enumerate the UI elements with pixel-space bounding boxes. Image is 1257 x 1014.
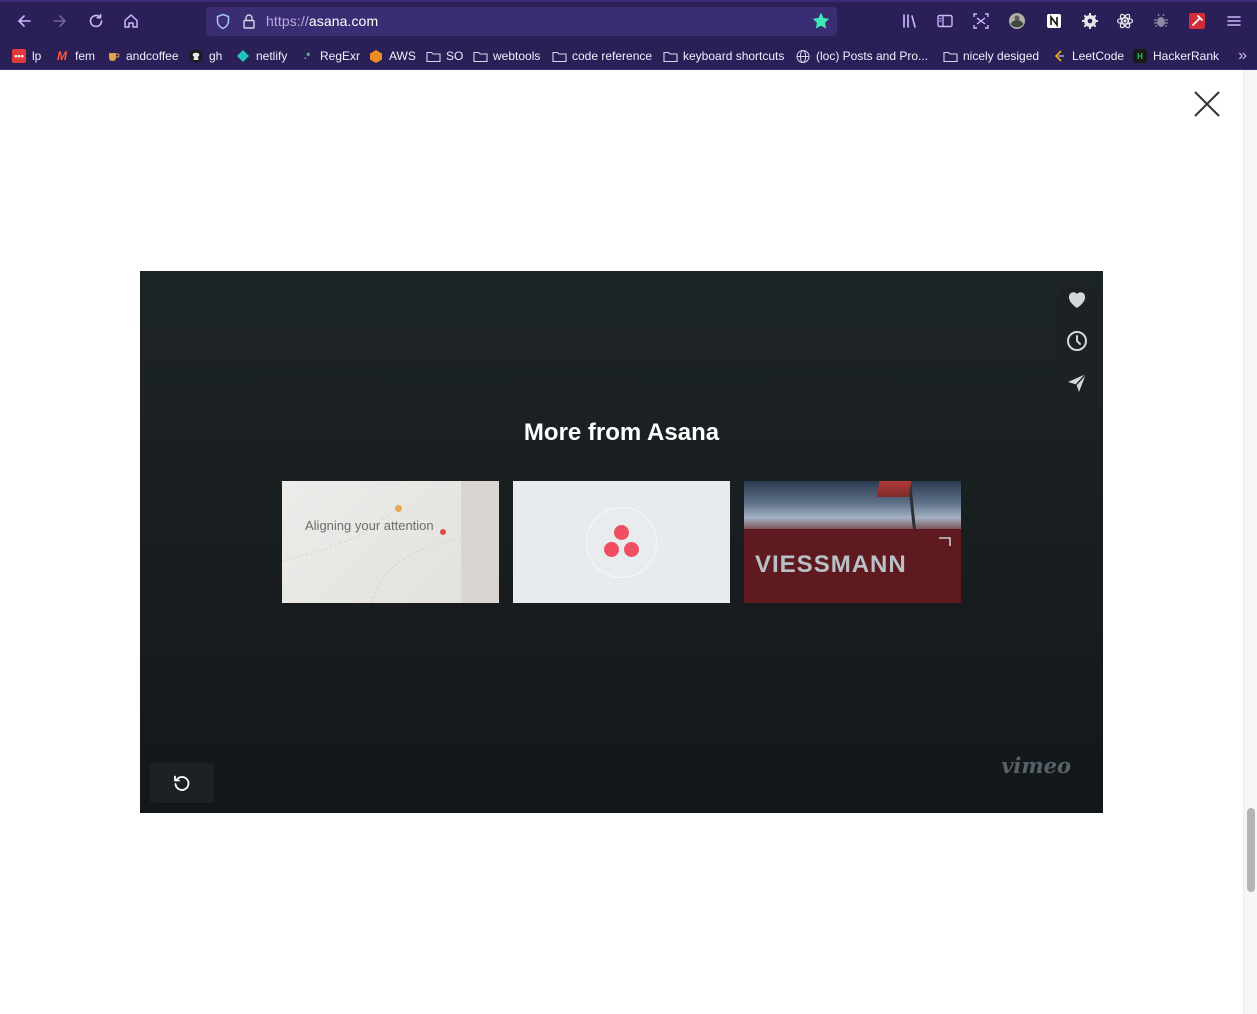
bookmark-leetcode[interactable]: LeetCode [1052, 47, 1124, 65]
fem-icon: M [57, 49, 67, 63]
color-picker-icon[interactable] [1187, 11, 1207, 31]
regexr-icon: .* [303, 51, 310, 61]
video-thumbnail-viessmann[interactable]: VIESSMANN [744, 481, 961, 603]
url-bar[interactable]: https://asana.com [206, 7, 837, 36]
back-icon[interactable] [12, 9, 36, 33]
url-scheme: https:// [266, 13, 309, 29]
video-thumbnail-asana-logo[interactable] [513, 481, 730, 603]
github-icon [189, 49, 203, 63]
url-host: asana.com [308, 13, 379, 29]
viessmann-wordmark: VIESSMANN [755, 551, 907, 578]
bookmarks-bar: ••• lp M fem andcoffee gh netlify .* Reg… [0, 42, 1257, 70]
asana-logo-dot-left [604, 542, 619, 557]
folder-icon [426, 51, 441, 62]
browser-toolbar: https://asana.com [0, 0, 1257, 42]
bookmark-folder-nicely-desiged[interactable]: nicely desiged [943, 47, 1039, 65]
toolbar-accent [0, 0, 1257, 2]
aws-icon [369, 49, 383, 63]
bookmark-label: code reference [572, 49, 653, 63]
folder-icon [943, 51, 958, 62]
reload-icon[interactable] [84, 9, 108, 33]
orange-dot [395, 505, 402, 512]
bookmark-label: keyboard shortcuts [683, 49, 785, 63]
notion-icon[interactable] [1044, 11, 1064, 31]
bookmark-andcoffee[interactable]: andcoffee [106, 47, 179, 65]
close-icon[interactable] [1190, 87, 1224, 121]
bookmark-label: RegExr [320, 49, 361, 63]
bookmark-lp[interactable]: ••• lp [12, 47, 41, 65]
hackerrank-icon: H [1133, 49, 1147, 63]
menu-icon[interactable] [1224, 11, 1244, 31]
sign-corner-mark [939, 537, 951, 546]
bookmark-label: gh [209, 49, 223, 63]
asana-logo-dot-right [624, 542, 639, 557]
bookmarks-overflow-icon[interactable]: » [1238, 47, 1247, 65]
watch-later-clock-icon[interactable] [1065, 329, 1089, 353]
bookmark-hackerrank[interactable]: H HackerRank [1133, 47, 1219, 65]
bookmark-fem[interactable]: M fem [55, 47, 95, 65]
thumbnail-caption: Aligning your attention [305, 518, 434, 533]
video-thumbnail-aligning-attention[interactable]: Aligning your attention [282, 481, 499, 603]
bookmark-aws[interactable]: AWS [369, 47, 416, 65]
bookmark-netlify[interactable]: netlify [236, 47, 287, 65]
folder-icon [552, 51, 567, 62]
logo-ring [586, 507, 657, 578]
flag [876, 481, 912, 497]
profile-avatar-icon[interactable] [1007, 11, 1027, 31]
lp-icon: ••• [12, 49, 26, 63]
bookmark-folder-webtools[interactable]: webtools [473, 47, 540, 65]
page-content: More from Asana Aligning your attention … [0, 70, 1257, 1014]
library-icon[interactable] [900, 11, 920, 31]
netlify-icon [236, 49, 250, 63]
bookmark-label: (loc) Posts and Pro... [816, 49, 929, 63]
scrollbar-thumb[interactable] [1247, 808, 1255, 892]
leetcode-icon [1052, 49, 1066, 63]
settings-gear-icon[interactable] [1080, 11, 1100, 31]
forward-icon[interactable] [48, 9, 72, 33]
player-sidebar [1059, 283, 1095, 406]
bug-icon[interactable] [1151, 11, 1171, 31]
bookmark-label: andcoffee [126, 49, 179, 63]
bookmark-folder-keyboard-shortcuts[interactable]: keyboard shortcuts [663, 47, 784, 65]
screenshot-icon[interactable] [971, 11, 991, 31]
bookmark-label: webtools [493, 49, 541, 63]
home-icon[interactable] [119, 9, 143, 33]
like-heart-icon[interactable] [1065, 288, 1089, 312]
bookmark-label: LeetCode [1072, 49, 1125, 63]
andcoffee-icon [106, 49, 120, 63]
bookmark-posts-and-projects[interactable]: (loc) Posts and Pro... [796, 47, 928, 65]
bookmark-label: nicely desiged [963, 49, 1040, 63]
lock-icon[interactable] [241, 13, 257, 30]
replay-icon [174, 775, 190, 791]
url-text[interactable]: https://asana.com [266, 13, 378, 29]
video-player[interactable]: More from Asana Aligning your attention … [140, 271, 1103, 813]
bookmark-folder-so[interactable]: SO [426, 47, 463, 65]
bookmark-label: HackerRank [1153, 49, 1220, 63]
react-icon[interactable] [1115, 11, 1135, 31]
bookmark-label: SO [446, 49, 464, 63]
bookmark-gh[interactable]: gh [189, 47, 222, 65]
bookmark-star-icon[interactable] [811, 11, 831, 31]
red-dot [440, 529, 446, 535]
page-scrollbar[interactable] [1243, 70, 1257, 1014]
sidebar-icon[interactable] [935, 11, 955, 31]
share-paper-plane-icon[interactable] [1065, 371, 1089, 395]
shield-icon[interactable] [215, 13, 231, 30]
bookmark-regexr[interactable]: .* RegExr [300, 47, 360, 65]
more-from-title: More from Asana [523, 419, 720, 446]
folder-icon [663, 51, 678, 62]
bookmark-label: lp [32, 49, 42, 63]
bookmark-label: AWS [389, 49, 416, 63]
dotted-path-decoration [282, 510, 499, 603]
bookmark-label: netlify [256, 49, 288, 63]
vimeo-logo[interactable]: vimeo [1001, 753, 1071, 778]
asana-logo-dot-top [614, 525, 629, 540]
folder-icon [473, 51, 488, 62]
bookmark-label: fem [75, 49, 96, 63]
globe-icon [796, 49, 810, 63]
replay-button[interactable] [150, 763, 214, 803]
bookmark-folder-code-reference[interactable]: code reference [552, 47, 652, 65]
